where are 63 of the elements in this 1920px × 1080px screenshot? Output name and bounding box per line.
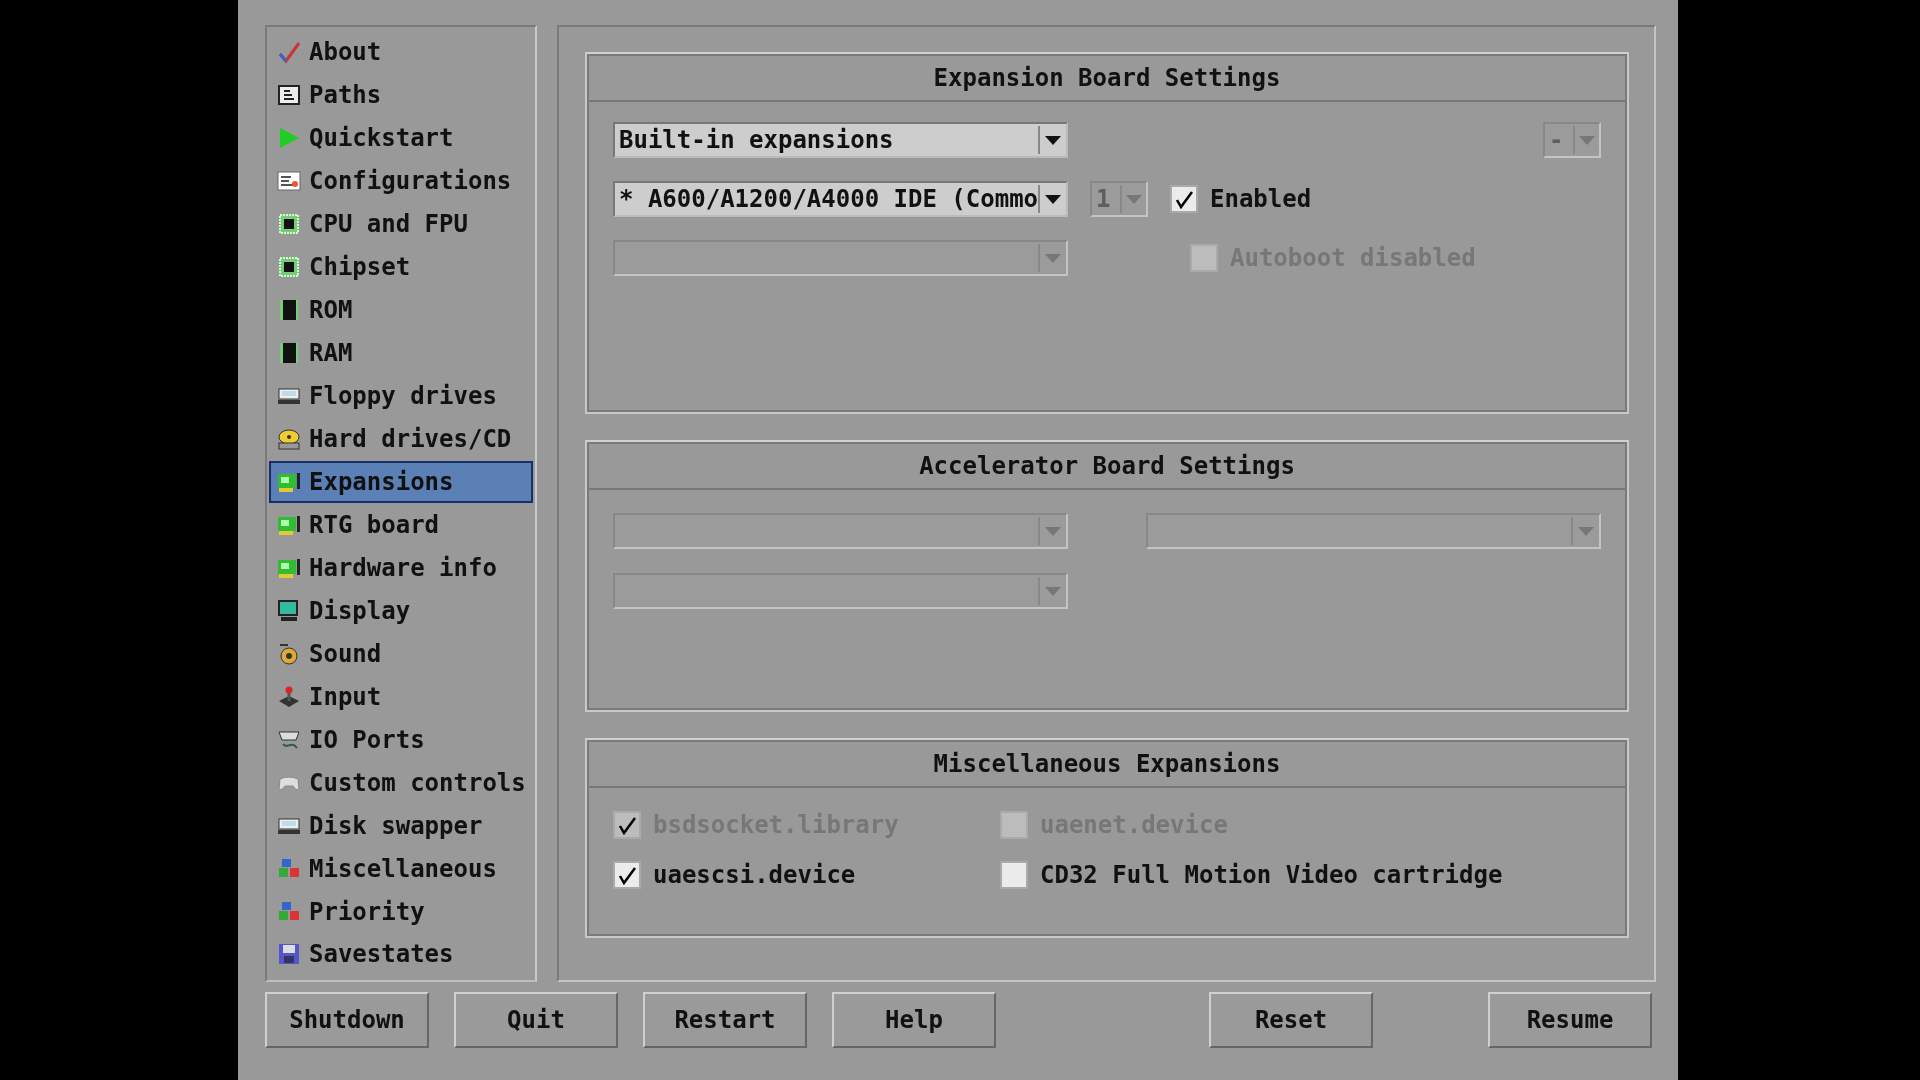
sidebar-item[interactable]: Quickstart	[269, 116, 533, 160]
caret-icon	[1577, 133, 1597, 147]
sidebar-item[interactable]: Hard drives/CD	[269, 417, 533, 461]
caret-icon	[1043, 133, 1063, 147]
sidebar-item[interactable]: Sound	[269, 632, 533, 676]
sidebar-item[interactable]: Disk swapper	[269, 804, 533, 848]
sidebar-item[interactable]: Priority	[269, 890, 533, 933]
checkbox-label: uaescsi.device	[653, 861, 856, 889]
sidebar-item[interactable]: Chipset	[269, 245, 533, 289]
sidebar-item[interactable]: Input	[269, 675, 533, 719]
button[interactable]: Shutdown	[265, 992, 429, 1048]
checkbox[interactable]	[1000, 861, 1028, 889]
sidebar-item[interactable]: Savestates	[269, 933, 533, 976]
button[interactable]: Reset	[1209, 992, 1373, 1048]
sidebar-item[interactable]: Floppy drives	[269, 374, 533, 418]
checkbox-label: Enabled	[1210, 185, 1312, 213]
sidebar-item[interactable]: ROM	[269, 288, 533, 332]
caret-icon	[1043, 192, 1063, 206]
memory-chip-icon	[277, 298, 301, 323]
sidebar-item[interactable]: Paths	[269, 73, 533, 117]
checkbox[interactable]	[1170, 185, 1198, 213]
section-title: Miscellaneous Expansions	[589, 742, 1625, 788]
speaker-icon	[277, 641, 301, 666]
checkmark-icon	[617, 815, 637, 835]
chip-icon	[277, 212, 301, 237]
caret-icon	[1124, 192, 1144, 206]
caret-icon	[1576, 524, 1596, 538]
button[interactable]: Help	[832, 992, 996, 1048]
dropdown[interactable]: Built-in expansions	[613, 122, 1068, 158]
caret-icon	[1043, 524, 1063, 538]
sidebar-item[interactable]: Custom controls	[269, 761, 533, 805]
checkbox-label: CD32 Full Motion Video cartridge	[1040, 861, 1503, 889]
list-icon	[277, 169, 301, 194]
sidebar-item[interactable]: Display	[269, 589, 533, 633]
dropdown[interactable]: * A600/A1200/A4000 IDE (Commo	[613, 181, 1068, 217]
caret-icon	[1043, 584, 1063, 598]
sidebar-item[interactable]: RAM	[269, 331, 533, 375]
button[interactable]: Resume	[1488, 992, 1652, 1048]
hard-disk-icon	[277, 427, 301, 452]
section-title: Expansion Board Settings	[589, 56, 1625, 102]
checkmark-icon	[1174, 189, 1194, 209]
memory-chip-icon	[277, 341, 301, 366]
button[interactable]: Restart	[643, 992, 807, 1048]
sidebar-item[interactable]: Expansions	[269, 460, 533, 504]
sidebar-item[interactable]: About	[269, 31, 533, 74]
sidebar-item[interactable]: RTG board	[269, 503, 533, 547]
play-icon	[277, 126, 301, 151]
checkbox[interactable]	[613, 861, 641, 889]
document-icon	[277, 83, 301, 108]
section-title: Accelerator Board Settings	[589, 444, 1625, 490]
chip-icon	[277, 255, 301, 280]
sidebar-item[interactable]: Miscellaneous	[269, 847, 533, 891]
sidebar-item[interactable]: Hardware info	[269, 546, 533, 590]
monitor-icon	[277, 598, 301, 623]
expansion-card-icon	[277, 470, 301, 494]
checkmark-icon	[617, 865, 637, 885]
checkmark-icon	[277, 40, 301, 65]
button[interactable]: Quit	[454, 992, 618, 1048]
sidebar-item[interactable]: IO Ports	[269, 718, 533, 762]
sidebar-item[interactable]: Configurations	[269, 159, 533, 203]
sidebar-item[interactable]: CPU and FPU	[269, 202, 533, 246]
caret-icon	[1043, 251, 1063, 265]
joystick-icon	[277, 684, 301, 709]
